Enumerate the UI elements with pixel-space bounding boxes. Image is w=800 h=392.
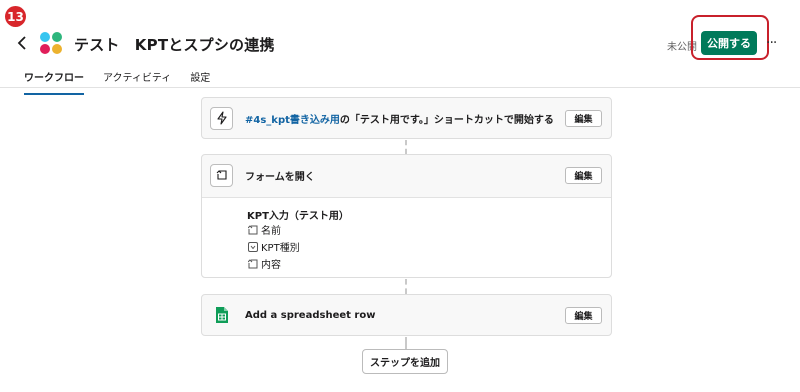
add-step-button[interactable]: ステップを追加 xyxy=(362,349,448,374)
back-chevron-icon[interactable] xyxy=(14,34,30,52)
trigger-text: の「テスト用です。」ショートカットで開始する xyxy=(339,114,554,126)
form-details: KPT入力（テスト用） 名前 KPT種別 内容 xyxy=(202,197,611,277)
form-step-card[interactable]: フォームを開く 編集 KPT入力（テスト用） 名前 KPT種別 内容 xyxy=(201,154,612,278)
step-connector xyxy=(405,337,409,349)
text-field-icon xyxy=(247,224,258,235)
field-label: 内容 xyxy=(261,260,281,271)
trigger-step-card[interactable]: #4s_kpt書き込み用の「テスト用です。」ショートカットで開始する 編集 xyxy=(201,97,612,139)
more-options-icon[interactable]: ··· xyxy=(766,35,777,51)
step-connector xyxy=(405,140,409,154)
tab-settings[interactable]: 設定 xyxy=(190,69,210,95)
form-edit-button[interactable]: 編集 xyxy=(565,166,602,184)
trigger-channel-link[interactable]: #4s_kpt書き込み用 xyxy=(245,115,340,126)
publish-button[interactable]: 公開する xyxy=(701,31,757,55)
form-field: KPT種別 xyxy=(247,239,300,254)
workflow-app-logo-icon xyxy=(38,30,64,56)
spreadsheet-step-title: Add a spreadsheet row xyxy=(245,309,376,321)
spreadsheet-edit-button[interactable]: 編集 xyxy=(565,306,602,324)
header-divider xyxy=(0,87,800,88)
form-name: KPT入力（テスト用） xyxy=(247,211,349,222)
form-field: 内容 xyxy=(247,256,281,271)
field-label: KPT種別 xyxy=(261,243,300,254)
form-icon xyxy=(210,163,233,187)
spreadsheet-step-card[interactable]: Add a spreadsheet row 編集 xyxy=(201,294,612,336)
workflow-builder-page: 13 テスト KPTとスプシの連携 未公開 公開する ··· ワークフロー アク… xyxy=(0,0,800,392)
form-field: 名前 xyxy=(247,222,281,237)
step-number-badge: 13 xyxy=(5,6,26,27)
trigger-edit-button[interactable]: 編集 xyxy=(565,109,602,127)
field-label: 名前 xyxy=(261,226,281,237)
text-field-icon xyxy=(247,258,258,269)
tab-activity[interactable]: アクティビティ xyxy=(103,69,171,95)
google-sheets-icon xyxy=(210,304,233,327)
trigger-description: #4s_kpt書き込み用の「テスト用です。」ショートカットで開始する xyxy=(245,111,554,126)
dropdown-field-icon xyxy=(247,241,258,252)
form-step-title: フォームを開く xyxy=(245,171,315,183)
lightning-icon xyxy=(210,106,233,130)
tab-bar: ワークフロー アクティビティ 設定 xyxy=(24,69,229,95)
tab-workflow[interactable]: ワークフロー xyxy=(24,69,84,95)
step-connector xyxy=(405,279,409,294)
workflow-title: テスト KPTとスプシの連携 xyxy=(74,36,275,54)
